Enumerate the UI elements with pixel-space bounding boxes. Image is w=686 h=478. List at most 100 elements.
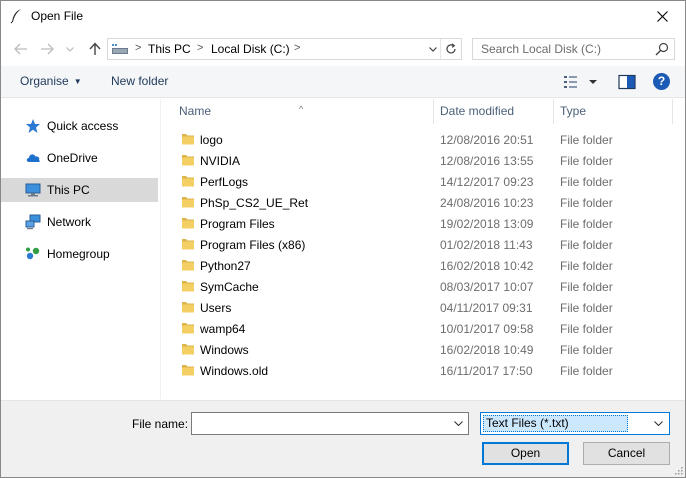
network-icon (25, 214, 41, 230)
file-row[interactable]: Windows 16/02/2018 10:49 File folder (161, 339, 673, 360)
file-name: Users (200, 301, 232, 315)
arrow-left-icon (14, 43, 27, 55)
breadcrumb-separator[interactable]: > (197, 42, 203, 54)
file-name-input[interactable] (192, 413, 448, 434)
file-row[interactable]: NVIDIA 12/08/2016 13:55 File folder (161, 150, 673, 171)
command-bar: Organise ▼ New folder ? (1, 66, 685, 98)
search-box[interactable]: Search Local Disk (C:) (472, 38, 675, 60)
file-type-dropdown-button[interactable] (649, 413, 667, 434)
star-icon (26, 119, 40, 133)
organise-menu[interactable]: Organise ▼ (20, 74, 82, 88)
file-type: File folder (560, 364, 613, 378)
chevron-down-icon (66, 46, 74, 52)
file-date-modified: 10/01/2017 09:58 (440, 322, 534, 336)
file-type: File folder (560, 154, 613, 168)
forward-button[interactable] (37, 40, 57, 58)
file-name: PhSp_CS2_UE_Ret (200, 196, 309, 210)
sidebar-item-quick-access[interactable]: Quick access (1, 114, 158, 138)
folder-icon (182, 197, 194, 208)
search-icon[interactable] (655, 42, 669, 56)
file-row[interactable]: Program Files (x86) 01/02/2018 11:43 File … (161, 234, 673, 255)
sidebar-item-homegroup[interactable]: Homegroup (1, 242, 158, 266)
change-view-button[interactable] (562, 73, 600, 91)
column-header-date[interactable]: Date modified (434, 99, 553, 124)
breadcrumb-separator[interactable]: > (135, 42, 141, 54)
details-view-icon (564, 76, 597, 88)
preview-pane-button[interactable] (618, 74, 636, 90)
new-folder-button[interactable]: New folder (111, 74, 168, 88)
address-history-button[interactable] (425, 39, 441, 59)
file-row[interactable]: SymCache 08/03/2017 10:07 File folder (161, 276, 673, 297)
sidebar-item-label: Network (47, 215, 92, 229)
folder-icon (182, 260, 194, 271)
column-header-label: Date modified (440, 104, 515, 118)
drive-icon (112, 44, 128, 54)
caret-down-icon: ▼ (73, 77, 82, 86)
organise-label: Organise (20, 74, 69, 88)
folder-icon (182, 218, 194, 229)
file-name-combobox[interactable] (191, 412, 469, 435)
file-type: File folder (560, 238, 613, 252)
open-button[interactable]: Open (482, 442, 569, 465)
dialog-footer: File name: Text Files (*.txt) Open Cance… (1, 400, 685, 477)
breadcrumb-this-pc[interactable]: This PC (148, 42, 191, 56)
file-name: Windows (200, 343, 249, 357)
folder-icon (182, 344, 194, 355)
title-bar: Open File (1, 1, 685, 32)
chevron-down-icon (453, 421, 463, 426)
file-row[interactable]: PerfLogs 14/12/2017 09:23 File folder (161, 171, 673, 192)
column-header-type[interactable]: Type (554, 99, 673, 124)
file-row[interactable]: Program Files 19/02/2018 13:09 File folder (161, 213, 673, 234)
folder-icon (182, 281, 194, 292)
sort-ascending-icon: ^ (299, 104, 304, 114)
file-date-modified: 14/12/2017 09:23 (440, 175, 534, 189)
up-button[interactable] (85, 40, 105, 58)
file-name: Python27 (200, 259, 251, 273)
feather-icon (10, 9, 21, 24)
file-name: Windows.old (200, 364, 269, 378)
file-name: Program Files (200, 217, 275, 231)
file-row[interactable]: wamp64 10/01/2017 09:58 File folder (161, 318, 673, 339)
file-date-modified: 12/08/2016 13:55 (440, 154, 534, 168)
recent-locations-button[interactable] (63, 40, 77, 58)
file-type: File folder (560, 343, 613, 357)
search-placeholder[interactable]: Search Local Disk (C:) (481, 42, 601, 56)
sidebar-item-this-pc[interactable]: This PC (1, 178, 158, 202)
file-type: File folder (560, 175, 613, 189)
column-header-name[interactable]: ^ Name (161, 99, 434, 124)
arrow-up-icon (89, 42, 101, 55)
address-row: > This PC > Local Disk (C:) > Search Loc… (1, 32, 685, 66)
file-name-label: File name: (132, 417, 189, 431)
file-type-select[interactable]: Text Files (*.txt) (480, 412, 670, 435)
file-type: File folder (560, 196, 613, 210)
file-date-modified: 19/02/2018 13:09 (440, 217, 534, 231)
breadcrumb-local-disk[interactable]: Local Disk (C:) (211, 42, 290, 56)
address-bar[interactable]: > This PC > Local Disk (C:) > (107, 38, 462, 60)
resize-grip-icon[interactable] (673, 465, 683, 475)
folder-icon (182, 302, 194, 313)
file-name: Program Files (x86) (200, 238, 306, 252)
breadcrumb-separator[interactable]: > (294, 42, 300, 54)
sidebar-item-onedrive[interactable]: OneDrive (1, 146, 158, 170)
file-type: File folder (560, 259, 613, 273)
close-icon (656, 11, 668, 22)
folder-icon (182, 134, 194, 145)
help-button[interactable]: ? (653, 73, 670, 90)
file-type: File folder (560, 217, 613, 231)
cancel-button[interactable]: Cancel (583, 442, 670, 465)
file-row[interactable]: Users 04/11/2017 09:31 File folder (161, 297, 673, 318)
file-row[interactable]: PhSp_CS2_UE_Ret 24/08/2016 10:23 File fold… (161, 192, 673, 213)
file-list: ^ Name Date modified Type logo 12/08/2016… (161, 99, 673, 399)
file-row[interactable]: Windows.old 16/11/2017 17:50 File folder (161, 360, 673, 381)
back-button[interactable] (11, 40, 31, 58)
sidebar-item-network[interactable]: Network (1, 210, 158, 234)
folder-icon (182, 365, 194, 376)
file-row[interactable]: Python27 16/02/2018 10:42 File folder (161, 255, 673, 276)
file-name-dropdown-button[interactable] (448, 413, 468, 434)
file-row[interactable]: logo 12/08/2016 20:51 File folder (161, 129, 673, 150)
chevron-down-icon (428, 46, 437, 52)
refresh-button[interactable] (441, 39, 461, 59)
file-date-modified: 01/02/2018 11:43 (440, 238, 533, 252)
close-button[interactable] (639, 1, 685, 32)
arrow-right-icon (41, 43, 54, 55)
